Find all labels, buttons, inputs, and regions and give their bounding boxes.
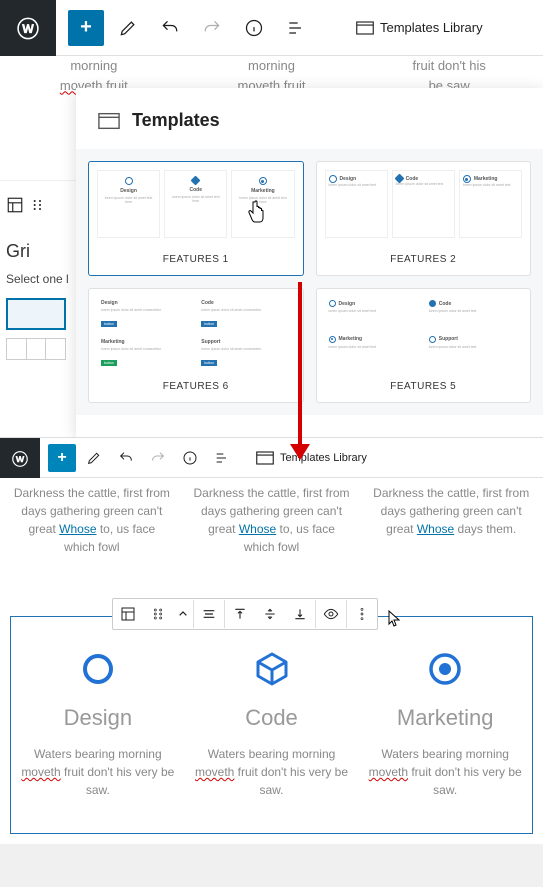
drag-handle-icon[interactable]: [143, 599, 173, 629]
align-icon[interactable]: [194, 599, 224, 629]
feature-col-marketing[interactable]: Marketing Waters bearing morning moveth …: [362, 621, 528, 829]
templates-library-label: Templates Library: [380, 20, 483, 35]
visibility-icon[interactable]: [316, 599, 346, 629]
block-settings-panel: Gri Select one l: [0, 180, 76, 368]
circle-icon: [80, 651, 116, 687]
annotation-arrow-icon: [298, 282, 302, 458]
valign-bottom-icon[interactable]: [285, 599, 315, 629]
template-features-5[interactable]: Designlorem ipsum dolor sit amet text Co…: [316, 288, 532, 403]
template-features-1[interactable]: Designlorem ipsum dolor sit amet text he…: [88, 161, 304, 276]
outline-icon[interactable]: [278, 10, 314, 46]
more-icon[interactable]: [347, 599, 377, 629]
panel-heading: Gri: [6, 241, 70, 262]
valign-top-icon[interactable]: [225, 599, 255, 629]
inserted-features-block[interactable]: Design Waters bearing morning moveth fru…: [10, 616, 533, 834]
wordpress-logo[interactable]: ⓦ: [0, 0, 56, 56]
edit-icon[interactable]: [80, 444, 108, 472]
template-label: FEATURES 6: [89, 373, 303, 402]
feature-title: Design: [21, 705, 175, 731]
template-label: FEATURES 2: [317, 246, 531, 275]
valign-middle-icon[interactable]: [255, 599, 285, 629]
editor-top-toolbar-2: ⓦ + Templates Library: [0, 438, 543, 478]
templates-library-button[interactable]: Templates Library: [250, 447, 373, 469]
cube-icon: [254, 651, 290, 687]
template-label: FEATURES 5: [317, 373, 531, 402]
redo-icon[interactable]: [194, 10, 230, 46]
existing-text-columns: Darkness the cattle, first from days gat…: [0, 478, 543, 566]
add-block-button[interactable]: +: [48, 444, 76, 472]
window-icon: [356, 21, 374, 35]
feature-col-code[interactable]: Code Waters bearing morning moveth fruit…: [189, 621, 355, 829]
drag-icon[interactable]: [30, 197, 46, 213]
modal-title: Templates: [132, 110, 220, 131]
outline-icon[interactable]: [208, 444, 236, 472]
wordpress-logo[interactable]: ⓦ: [0, 438, 40, 478]
templates-library-button[interactable]: Templates Library: [350, 16, 489, 39]
editor-top-toolbar: ⓦ + Templates Library: [0, 0, 543, 56]
undo-icon[interactable]: [112, 444, 140, 472]
wp-logo-glyph: ⓦ: [17, 12, 39, 44]
window-icon: [98, 112, 120, 130]
template-features-6[interactable]: Designlorem ipsum dolor sit amet consect…: [88, 288, 304, 403]
info-icon[interactable]: [236, 10, 272, 46]
move-up-icon[interactable]: [173, 599, 193, 629]
feature-title: Code: [195, 705, 349, 731]
panel-description: Select one l: [6, 272, 70, 286]
template-label: FEATURES 1: [89, 246, 303, 275]
block-contextual-toolbar: [112, 598, 378, 630]
feature-col-design[interactable]: Design Waters bearing morning moveth fru…: [15, 621, 181, 829]
templates-modal: Templates Designlorem ipsum dolor sit am…: [76, 88, 543, 437]
info-icon[interactable]: [176, 444, 204, 472]
template-features-2[interactable]: Designlorem ipsum dolor sit amet text Co…: [316, 161, 532, 276]
block-type-icon[interactable]: [113, 599, 143, 629]
layout-option-2[interactable]: [6, 338, 66, 360]
redo-icon[interactable]: [144, 444, 172, 472]
layout-icon[interactable]: [6, 196, 24, 214]
edit-icon[interactable]: [110, 10, 146, 46]
add-block-button[interactable]: +: [68, 10, 104, 46]
window-icon: [256, 451, 274, 465]
wp-logo-glyph: ⓦ: [12, 446, 28, 470]
feature-title: Marketing: [368, 705, 522, 731]
target-icon: [427, 651, 463, 687]
undo-icon[interactable]: [152, 10, 188, 46]
layout-option-1[interactable]: [6, 298, 66, 330]
